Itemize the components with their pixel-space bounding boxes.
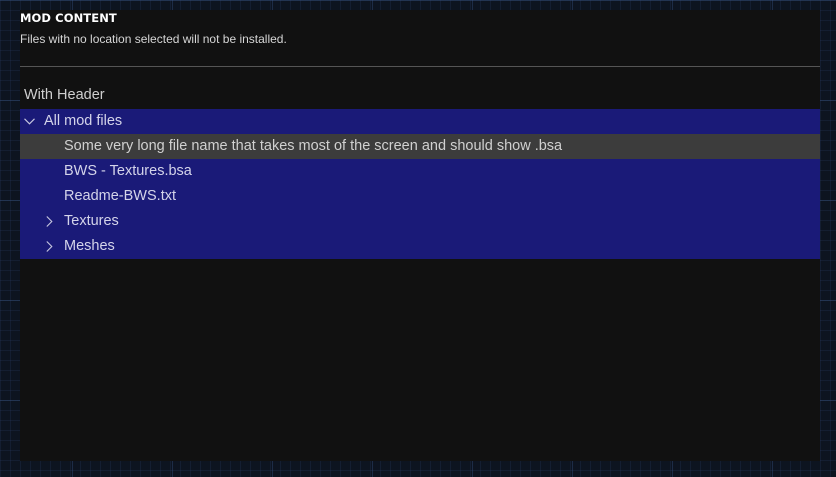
divider [20,66,820,67]
chevron-right-icon[interactable] [42,209,56,234]
tree-item-textures[interactable]: Textures [20,209,820,234]
tree-item-bws-textures-bsa[interactable]: BWS - Textures.bsa [20,159,820,184]
tree-item-label: Textures [64,213,119,229]
tree-header-label: With Header [24,87,105,103]
tree-item-label: BWS - Textures.bsa [64,163,192,179]
file-tree: All mod files Some very long file name t… [20,109,820,259]
tree-item-all-mod-files[interactable]: All mod files [20,109,820,134]
panel-title: MOD CONTENT [20,11,117,25]
tree-item-label: All mod files [44,113,123,129]
tree-item-long-file[interactable]: Some very long file name that takes most… [20,134,820,159]
tree-item-label: Some very long file name that takes most… [64,138,563,154]
tree-item-label: Readme-BWS.txt [64,188,176,204]
tree-item-label: Meshes [64,238,115,254]
tree-item-readme-bws-txt[interactable]: Readme-BWS.txt [20,184,820,209]
panel-subtitle: Files with no location selected will not… [20,32,287,46]
chevron-down-icon[interactable] [22,109,36,134]
mod-content-panel: MOD CONTENT Files with no location selec… [20,10,820,461]
tree-item-meshes[interactable]: Meshes [20,234,820,259]
chevron-right-icon[interactable] [42,234,56,259]
